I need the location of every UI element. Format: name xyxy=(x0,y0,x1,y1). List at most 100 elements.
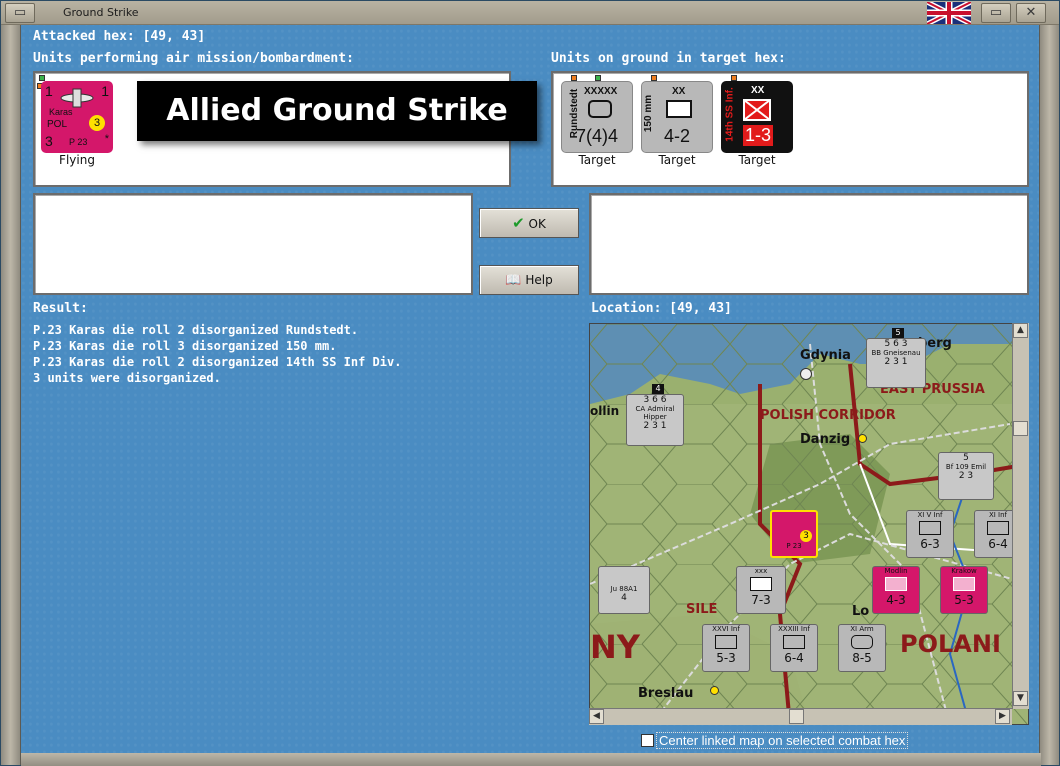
ground-unit-counter[interactable]: Rundstedt XXXXX 7(4)4 xyxy=(561,81,633,153)
map-counter-pink[interactable]: Modlin 4-3 xyxy=(872,566,920,614)
counter-value: 6-4 xyxy=(784,651,804,665)
system-menu-button[interactable]: ▭ xyxy=(5,3,35,23)
counter-value: 4-3 xyxy=(886,593,906,607)
union-jack-flag-icon[interactable] xyxy=(927,2,971,24)
counter-bottom: 2 3 1 xyxy=(884,357,908,367)
map-counter-bf109[interactable]: 5 Bf 109 Emil 2 3 xyxy=(938,452,994,500)
map-counter-gray[interactable]: XI Arm 8-5 xyxy=(838,624,886,672)
scroll-right-arrow-icon[interactable]: ▶ xyxy=(995,709,1010,724)
title-bar: ▭ Ground Strike ▭ ✕ xyxy=(1,1,1059,25)
result-line: P.23 Karas die roll 2 disorganized 14th … xyxy=(33,355,402,369)
ground-unit-value: 1-3 xyxy=(743,125,774,146)
map-counter-gray[interactable]: XXXIII Inf 6-4 xyxy=(770,624,818,672)
counter-value: 5-3 xyxy=(954,593,974,607)
ground-units-label: Units on ground in target hex: xyxy=(551,51,786,66)
counter-bottom: 2 3 1 xyxy=(643,421,667,431)
result-label: Result: xyxy=(33,301,88,316)
ok-button-label: OK xyxy=(528,217,546,231)
result-line: P.23 Karas die roll 3 disorganized 150 m… xyxy=(33,339,337,353)
result-line: 3 units were disorganized. xyxy=(33,371,221,385)
infantry-symbol-icon xyxy=(783,635,805,649)
ok-button[interactable]: ✔ OK xyxy=(479,208,579,238)
infantry-symbol-icon xyxy=(743,99,771,121)
window-frame-right xyxy=(1039,25,1059,765)
counter-value: 8-5 xyxy=(852,651,872,665)
plane-icon xyxy=(60,88,94,108)
counter-label: Modlin xyxy=(884,567,908,575)
location-map[interactable]: Gdynia Danzig POLISH CORRIDOR EAST PRUSS… xyxy=(589,323,1029,725)
air-unit-nation: POL xyxy=(47,119,68,130)
window-frame-left xyxy=(1,25,21,765)
window-frame-bottom xyxy=(21,753,1041,766)
checkmark-icon: ✔ xyxy=(512,214,525,232)
stack-count: 4 xyxy=(652,384,664,394)
counter-value: 5-3 xyxy=(716,651,736,665)
counter-value: 6-3 xyxy=(920,537,940,551)
center-map-checkbox-label[interactable]: Center linked map on selected combat hex xyxy=(656,732,909,749)
ground-unit-counter[interactable]: 14th SS Inf. XX 1-3 xyxy=(721,81,793,153)
help-button[interactable]: 📖 Help xyxy=(479,265,579,295)
city-gdynia: Gdynia xyxy=(800,348,851,363)
air-unit-counter[interactable]: 1 1 Karas POL 3 3 P 23 * xyxy=(41,81,113,153)
counter-label: XI Arm xyxy=(850,625,874,633)
counter-value: 3 xyxy=(800,530,812,542)
region-polish-corridor: POLISH CORRIDOR xyxy=(760,408,896,423)
artillery-symbol-icon xyxy=(666,100,692,118)
result-line: P.23 Karas die roll 2 disorganized Runds… xyxy=(33,323,359,337)
map-counter-gray[interactable]: XI V Inf 6-3 xyxy=(906,510,954,558)
ground-unit-value: 4-2 xyxy=(664,126,691,146)
map-counter-gneisenau[interactable]: 5 6 3 BB Gneisenau 2 3 1 xyxy=(866,338,926,388)
scroll-up-arrow-icon[interactable]: ▲ xyxy=(1013,323,1028,338)
infantry-symbol-icon xyxy=(987,521,1009,535)
scroll-down-arrow-icon[interactable]: ▼ xyxy=(1013,691,1028,706)
city-marker-icon xyxy=(858,434,867,443)
ground-unit-counter[interactable]: 150 mm XX 4-2 xyxy=(641,81,713,153)
ground-unit-value: 7(4)4 xyxy=(576,126,619,146)
armor-symbol-icon xyxy=(588,100,612,118)
attacked-hex-label: Attacked hex: [49, 43] xyxy=(33,29,206,44)
scroll-thumb[interactable] xyxy=(1013,421,1028,436)
region-germany: NY xyxy=(590,628,640,666)
map-vertical-scrollbar[interactable]: ▲ ▼ xyxy=(1012,323,1029,709)
region-silesia: SILE xyxy=(686,602,718,617)
counter-label: xxx xyxy=(754,567,768,575)
map-counter-ju88[interactable]: Ju 88A1 4 xyxy=(598,566,650,614)
help-button-label: Help xyxy=(525,273,553,287)
location-label: Location: [49, 43] xyxy=(591,301,732,316)
map-counter-gray[interactable]: xxx 7-3 xyxy=(736,566,786,614)
infantry-symbol-icon xyxy=(885,577,907,591)
ground-unit-size: XXXXX xyxy=(584,86,618,97)
map-horizontal-scrollbar[interactable]: ◀ ▶ xyxy=(589,708,1012,725)
close-button[interactable]: ✕ xyxy=(1016,3,1046,23)
ground-unit-caption: Target xyxy=(658,153,696,167)
scroll-thumb[interactable] xyxy=(789,709,804,724)
counter-label: XXXIII Inf xyxy=(778,625,810,633)
map-counter-gray[interactable]: XXVI Inf 5-3 xyxy=(702,624,750,672)
map-counter-selected-p23[interactable]: P 23 3 xyxy=(770,510,818,558)
center-map-checkbox[interactable] xyxy=(641,734,654,747)
counter-label: Bf 109 Emil xyxy=(945,463,987,471)
infantry-symbol-icon xyxy=(919,521,941,535)
air-unit-details-panel xyxy=(33,193,473,295)
map-counter-pink[interactable]: Krakow 5-3 xyxy=(940,566,988,614)
city-stettin: ollin xyxy=(590,404,620,418)
minimize-button[interactable]: ▭ xyxy=(981,3,1011,23)
air-unit-circle: 3 xyxy=(89,115,105,131)
counter-label: CA Admiral Hipper xyxy=(635,405,675,421)
city-danzig: Danzig xyxy=(800,432,851,447)
ground-strike-window: ▭ Ground Strike ▭ ✕ Attacked hex: [49, 4… xyxy=(0,0,1060,766)
air-unit-type: P 23 xyxy=(69,137,88,147)
ground-unit-details-panel xyxy=(589,193,1029,295)
infantry-symbol-icon xyxy=(953,577,975,591)
air-units-label: Units performing air mission/bombardment… xyxy=(33,51,354,66)
counter-label: XI V Inf xyxy=(917,511,943,519)
counter-value: 7-3 xyxy=(751,593,771,607)
air-unit-top-right: 1 xyxy=(101,83,109,99)
map-counter-hipper[interactable]: 3 6 6 CA Admiral Hipper 2 3 1 xyxy=(626,394,684,446)
armor-symbol-icon xyxy=(851,635,873,649)
scroll-left-arrow-icon[interactable]: ◀ xyxy=(589,709,604,724)
air-unit-caption: Flying xyxy=(59,153,95,167)
help-book-icon: 📖 xyxy=(505,273,522,288)
city-breslau: Breslau xyxy=(638,686,694,701)
counter-label: Ju 88A1 xyxy=(610,585,638,593)
